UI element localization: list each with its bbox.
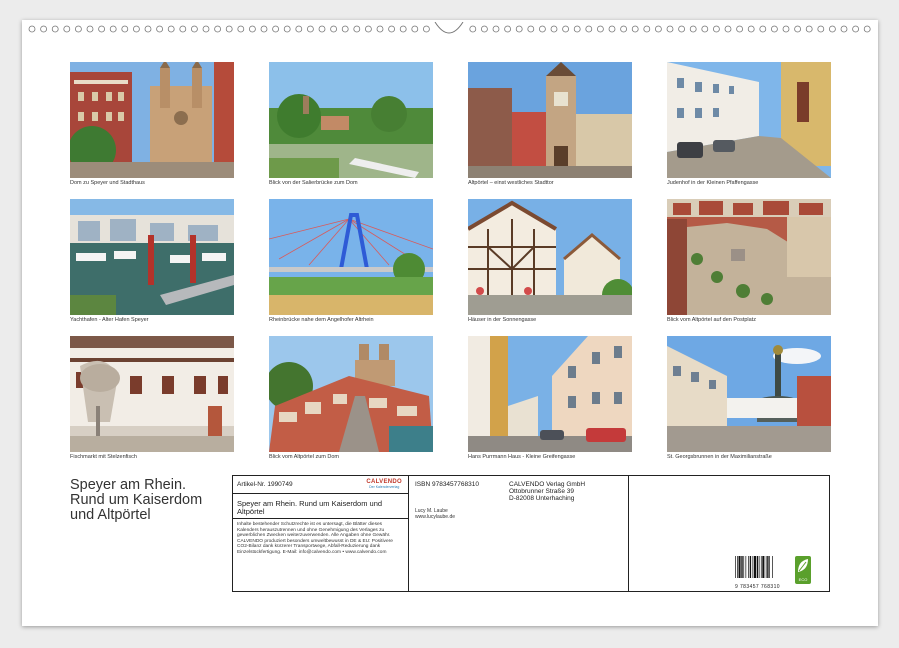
photo-yachthafen: [70, 199, 234, 315]
photo-fischmarkt: [70, 336, 234, 452]
barcode-number: 9 783457 768310: [735, 584, 785, 590]
photo-georgsbrunnen: [667, 336, 831, 452]
imprint-title: Speyer am Rhein. Rund um Kaiserdom und A…: [233, 494, 408, 519]
title-line: Rund um Kaiserdom: [70, 493, 240, 508]
barcode-icon: [735, 556, 785, 578]
imprint-box: Artikel-Nr. 1990749 CALVENDO Der Kalende…: [232, 475, 830, 592]
calendar-title: Speyer am Rhein. Rund um Kaiserdom und A…: [70, 478, 240, 523]
imprint-column-right: 9 783457 768310 ECO: [629, 476, 829, 591]
article-number: Artikel-Nr. 1990749: [237, 481, 293, 488]
photo-tile[interactable]: Rheinbrücke nahe dem Angelhofer Altrhein: [269, 199, 433, 323]
photo-rheinbruecke: [269, 199, 433, 315]
photo-caption: Judenhof in der Kleinen Pfaffengasse: [667, 180, 831, 186]
photo-purrmann-haus: [468, 336, 632, 452]
photo-caption: Blick vom Altpörtel zum Dom: [269, 454, 433, 460]
legal-text: Inhalte bestehender Schutzrechte ist es …: [233, 519, 408, 559]
isbn: ISBN 9783457768310: [415, 481, 479, 488]
imprint-column-left: Artikel-Nr. 1990749 CALVENDO Der Kalende…: [233, 476, 409, 591]
photo-caption: Hans Purrmann Haus - Kleine Greifengasse: [468, 454, 632, 460]
photo-caption: Yachthafen - Alter Hafen Speyer: [70, 317, 234, 323]
photo-dom-stadthaus: [70, 62, 234, 178]
eco-label: ECO: [795, 577, 811, 582]
photo-caption: Dom zu Speyer und Stadthaus: [70, 180, 234, 186]
photo-tile[interactable]: Dom zu Speyer und Stadthaus: [70, 62, 234, 186]
imprint-column-middle: ISBN 9783457768310 CALVENDO Verlag GmbH …: [409, 476, 629, 591]
calendar-sheet: Dom zu Speyer und Stadthaus Blick von de…: [22, 20, 878, 626]
author-website: www.lucylaube.de: [415, 514, 455, 520]
photo-caption: Häuser in der Sonnengasse: [468, 317, 632, 323]
photo-tile[interactable]: Judenhof in der Kleinen Pfaffengasse: [667, 62, 831, 186]
photo-altpoertel: [468, 62, 632, 178]
photo-caption: Blick von der Salierbrücke zum Dom: [269, 180, 433, 186]
leaf-icon: [795, 556, 811, 576]
photo-caption: Rheinbrücke nahe dem Angelhofer Altrhein: [269, 317, 433, 323]
photo-tile[interactable]: Häuser in der Sonnengasse: [468, 199, 632, 323]
photo-caption: Blick vom Altpörtel auf den Postplatz: [667, 317, 831, 323]
publisher-line: Ottobrunner Straße 39: [509, 488, 585, 495]
photo-tile[interactable]: Blick vom Altpörtel zum Dom: [269, 336, 433, 460]
photo-tile[interactable]: Altpörtel – einst westliches Stadttor: [468, 62, 632, 186]
photo-tile[interactable]: Fischmarkt mit Stelzenfisch: [70, 336, 234, 460]
title-line: Speyer am Rhein.: [70, 478, 240, 493]
publisher-line: D-82008 Unterhaching: [509, 495, 585, 502]
publisher-address: CALVENDO Verlag GmbH Ottobrunner Straße …: [509, 481, 585, 502]
photo-tile[interactable]: Blick von der Salierbrücke zum Dom: [269, 62, 433, 186]
photo-postplatz: [667, 199, 831, 315]
photo-altpoertel-dom: [269, 336, 433, 452]
photo-tile[interactable]: Yachthafen - Alter Hafen Speyer: [70, 199, 234, 323]
photo-tile[interactable]: Blick vom Altpörtel auf den Postplatz: [667, 199, 831, 323]
photo-caption: Altpörtel – einst westliches Stadttor: [468, 180, 632, 186]
brand-subtitle: Der Kalenderverlag: [366, 485, 402, 489]
photo-judenhof: [667, 62, 831, 178]
publisher-line: CALVENDO Verlag GmbH: [509, 481, 585, 488]
author-info: Lucy M. Laube www.lucylaube.de: [415, 508, 455, 520]
barcode: 9 783457 768310: [735, 556, 785, 590]
eco-badge: ECO: [795, 556, 811, 584]
photo-tile[interactable]: St. Georgsbrunnen in der Maximilianstraß…: [667, 336, 831, 460]
photo-salierbruecke: [269, 62, 433, 178]
photo-caption: Fischmarkt mit Stelzenfisch: [70, 454, 234, 460]
article-row: Artikel-Nr. 1990749 CALVENDO Der Kalende…: [233, 476, 408, 494]
spiral-binding: [22, 22, 878, 36]
calvendo-logo: CALVENDO Der Kalenderverlag: [366, 479, 402, 489]
title-line: und Altpörtel: [70, 508, 240, 523]
photo-caption: St. Georgsbrunnen in der Maximilianstraß…: [667, 454, 831, 460]
photo-sonnengasse: [468, 199, 632, 315]
photo-tile[interactable]: Hans Purrmann Haus - Kleine Greifengasse: [468, 336, 632, 460]
